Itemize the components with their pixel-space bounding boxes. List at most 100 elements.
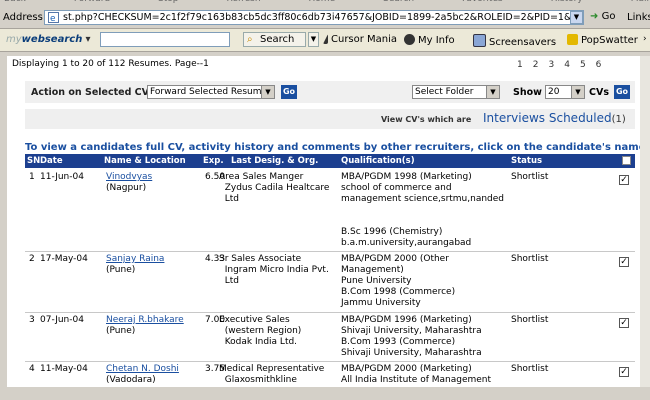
toolbar-button-stop[interactable]: Stop: [158, 0, 178, 4]
row-desig: Area Sales Manger Zydus Cadila Healtcare…: [219, 172, 330, 204]
row-date: 07-Jun-04: [40, 315, 84, 325]
svg-text:e: e: [50, 14, 56, 23]
row-date: 17-May-04: [40, 254, 88, 264]
search-button[interactable]: ⌕ Search: [243, 32, 306, 47]
page-link-3[interactable]: 3: [548, 60, 554, 70]
chevron-down-icon: ▼: [261, 86, 274, 98]
row-qual: MBA/PGDM 2000 (Other Management) Pune Un…: [341, 254, 456, 308]
toolbar-overflow-icon[interactable]: ›: [643, 34, 647, 44]
row-checkbox[interactable]: ✓: [619, 175, 629, 185]
status-bar: [0, 387, 650, 400]
interviews-scheduled-link[interactable]: Interviews Scheduled(1): [483, 111, 626, 125]
toolbar-button-back[interactable]: Back: [4, 0, 26, 4]
action-label: Action on Selected CVs: [31, 87, 155, 98]
show-go-button[interactable]: Go: [614, 85, 630, 99]
screensaver-icon: [473, 34, 486, 47]
chevron-down-icon: ▼: [571, 86, 584, 98]
ie-page-icon: e: [48, 12, 59, 23]
row-desig: Medical Representative Glaxosmithkline: [219, 364, 325, 385]
toolbar-button-refresh[interactable]: Refresh: [227, 0, 261, 4]
row-sn: 4: [29, 364, 35, 374]
page-link-1[interactable]: 1: [517, 60, 523, 70]
table-row: 3 07-Jun-04 Neeraj R.bhakare (Pune) 7.00…: [25, 315, 635, 361]
toolbar-button-forward[interactable]: Forward: [74, 0, 110, 4]
toolbar-button-history[interactable]: History: [551, 0, 583, 4]
col-sn: SN: [27, 156, 41, 166]
row-status: Shortlist: [511, 364, 549, 374]
row-status: Shortlist: [511, 254, 549, 264]
search-dropdown-icon[interactable]: ▼: [308, 32, 319, 47]
col-desig: Last Desig. & Org.: [231, 156, 319, 166]
action-go-button[interactable]: Go: [281, 85, 297, 99]
search-icon: ⌕: [247, 34, 253, 45]
toolbar-button-home[interactable]: Home: [309, 0, 336, 4]
table-header: SN Date Name & Location Exp. Last Desig.…: [25, 154, 635, 168]
candidate-name-link[interactable]: Neeraj R.bhakare: [106, 315, 184, 326]
view-filter-bar: View CV's which are Interviews Scheduled…: [25, 109, 635, 129]
action-bar: Action on Selected CVs Forward Selected …: [25, 81, 635, 103]
go-button[interactable]: ➜ Go: [590, 11, 615, 22]
cursor-mania-button[interactable]: Cursor Mania: [323, 34, 397, 45]
pagination: 123456: [517, 60, 611, 70]
links-button[interactable]: Links: [627, 12, 650, 23]
table-row: 2 17-May-04 Sanjay Raina (Pune) 4.33 Sr …: [25, 254, 635, 312]
chevron-down-icon: ▼: [486, 86, 499, 98]
url-input[interactable]: e st.php?CHECKSUM=2c1f2f79c163b83cb5dc3ff…: [44, 10, 584, 25]
row-divider: [25, 312, 635, 313]
url-text: st.php?CHECKSUM=2c1f2f79c163b83cb5dc3ff8…: [63, 12, 583, 23]
page-content: Displaying 1 to 20 of 112 Resumes. Page-…: [7, 56, 640, 387]
row-date: 11-May-04: [40, 364, 88, 374]
address-label: Address: [3, 12, 43, 23]
interviews-count: (1): [611, 114, 626, 125]
candidate-location: (Vadodara): [106, 375, 156, 385]
info-icon: [404, 34, 415, 45]
results-summary: Displaying 1 to 20 of 112 Resumes. Page-…: [12, 59, 209, 69]
row-status: Shortlist: [511, 172, 549, 182]
cvs-label: CVs: [589, 87, 609, 98]
page-link-2[interactable]: 2: [533, 60, 539, 70]
screensavers-button[interactable]: Screensavers: [473, 34, 556, 48]
col-qual: Qualification(s): [341, 156, 415, 166]
toolbar-button-favorites[interactable]: Favorites: [462, 0, 503, 4]
table-row: 1 11-Jun-04 Vinodvyas (Nagpur) 6.50 Area…: [25, 172, 635, 248]
row-desig: Sr Sales Associate Ingram Micro India Pv…: [219, 254, 329, 286]
row-checkbox[interactable]: ✓: [619, 318, 629, 328]
col-name: Name & Location: [104, 156, 186, 166]
candidate-name-link[interactable]: Sanjay Raina: [106, 254, 164, 265]
info-message: To view a candidates full CV, activity h…: [25, 142, 640, 153]
page-link-6[interactable]: 6: [596, 60, 602, 70]
candidate-name-link[interactable]: Vinodvyas: [106, 172, 152, 183]
row-checkbox[interactable]: ✓: [619, 257, 629, 267]
show-count-select[interactable]: 20 ▼: [545, 85, 585, 99]
row-date: 11-Jun-04: [40, 172, 84, 182]
view-label: View CV's which are: [381, 115, 472, 124]
col-date: Date: [40, 156, 63, 166]
col-status: Status: [511, 156, 543, 166]
candidate-name-link[interactable]: Chetan N. Doshi: [106, 364, 179, 375]
row-status: Shortlist: [511, 315, 549, 325]
col-exp: Exp.: [203, 156, 224, 166]
folder-select[interactable]: Select Folder ▼: [412, 85, 500, 99]
mywebsearch-logo[interactable]: mywebsearch ▾: [6, 34, 91, 45]
address-dropdown-icon[interactable]: ▼: [570, 11, 583, 24]
candidate-location: (Pune): [106, 326, 136, 336]
vertical-scrollbar[interactable]: [640, 56, 650, 387]
popswatter-button[interactable]: PopSwatter: [567, 34, 638, 46]
my-info-button[interactable]: My Info: [404, 34, 455, 46]
toolbar-button-mail[interactable]: Mail: [631, 0, 649, 4]
row-checkbox[interactable]: ✓: [619, 367, 629, 377]
toolbar-button-search[interactable]: Search: [383, 0, 414, 4]
row-sn: 2: [29, 254, 35, 264]
cursor-icon: [323, 34, 328, 44]
address-bar: Address e st.php?CHECKSUM=2c1f2f79c163b83…: [0, 8, 650, 29]
action-select[interactable]: Forward Selected Resumes ▼: [147, 85, 275, 99]
row-divider: [25, 361, 635, 362]
select-all-checkbox[interactable]: [622, 156, 631, 165]
search-input[interactable]: [100, 32, 230, 47]
popswatter-icon: [567, 34, 578, 45]
search-toolbar: mywebsearch ▾ ⌕ Search ▼ Cursor Mania My …: [0, 29, 650, 52]
row-qual: MBA/PGDM 2000 (Marketing) All India Inst…: [341, 364, 492, 385]
page-link-5[interactable]: 5: [580, 60, 586, 70]
page-link-4[interactable]: 4: [564, 60, 570, 70]
go-arrow-icon: ➜: [590, 11, 599, 22]
